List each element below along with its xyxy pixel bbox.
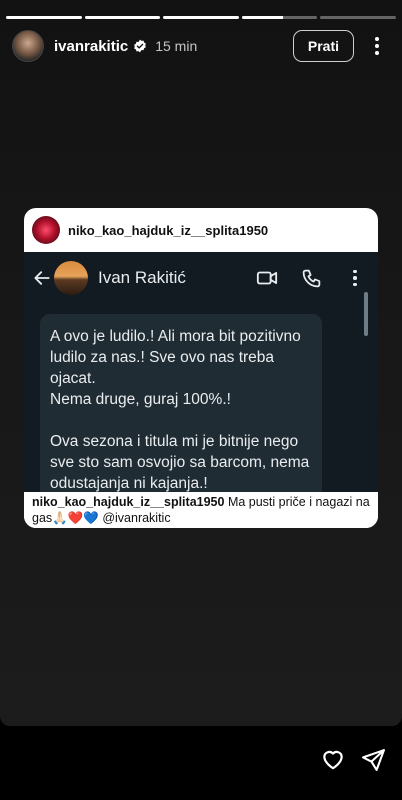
shared-post-avatar[interactable] (32, 216, 60, 244)
send-icon[interactable] (358, 744, 388, 774)
story-progress-segment (84, 16, 161, 19)
scrollbar (364, 292, 368, 336)
chat-actions (256, 267, 370, 289)
follow-button[interactable]: Prati (292, 30, 354, 62)
post-time: 15 min (155, 38, 198, 54)
story-progress-fill (163, 16, 239, 19)
story-progress (6, 16, 396, 19)
story-progress-segment (241, 16, 318, 19)
story-frame: ivanrakitic 15 min Prati niko_kao_hajduk… (0, 0, 402, 726)
video-call-icon (256, 267, 278, 289)
chat-screenshot: Ivan Rakitić A ovo je ludilo.! Ali mora … (24, 252, 378, 492)
shared-post-username[interactable]: niko_kao_hajduk_iz__splita1950 (68, 223, 268, 238)
phone-icon (300, 267, 322, 289)
heart-icon[interactable] (318, 744, 348, 774)
story-header: ivanrakitic 15 min Prati (12, 28, 390, 64)
verified-badge-icon (133, 39, 147, 53)
story-progress-segment (320, 16, 396, 19)
shared-post-card[interactable]: niko_kao_hajduk_iz__splita1950 Ivan Raki… (24, 208, 378, 528)
story-progress-segment (163, 16, 239, 19)
story-progress-segment (6, 16, 82, 19)
contact-name: Ivan Rakitić (98, 268, 186, 287)
shared-post-caption: niko_kao_hajduk_iz__splita1950 Ma pusti … (24, 492, 378, 528)
story-progress-fill (241, 16, 284, 19)
more-vertical-icon[interactable] (364, 30, 390, 62)
username[interactable]: ivanrakitic (54, 38, 128, 55)
chat-header: Ivan Rakitić (24, 252, 378, 304)
message-bubble: A ovo je ludilo.! Ali mora bit pozitivno… (40, 314, 322, 492)
back-arrow-icon (32, 268, 52, 288)
story-progress-fill (6, 16, 82, 19)
more-vertical-icon (344, 267, 366, 289)
shared-post-header: niko_kao_hajduk_iz__splita1950 (24, 208, 378, 252)
caption-username[interactable]: niko_kao_hajduk_iz__splita1950 (32, 495, 224, 509)
story-progress-fill (84, 16, 161, 19)
avatar[interactable] (12, 30, 44, 62)
message-text: A ovo je ludilo.! Ali mora bit pozitivno… (50, 328, 310, 492)
contact-avatar (54, 261, 88, 295)
